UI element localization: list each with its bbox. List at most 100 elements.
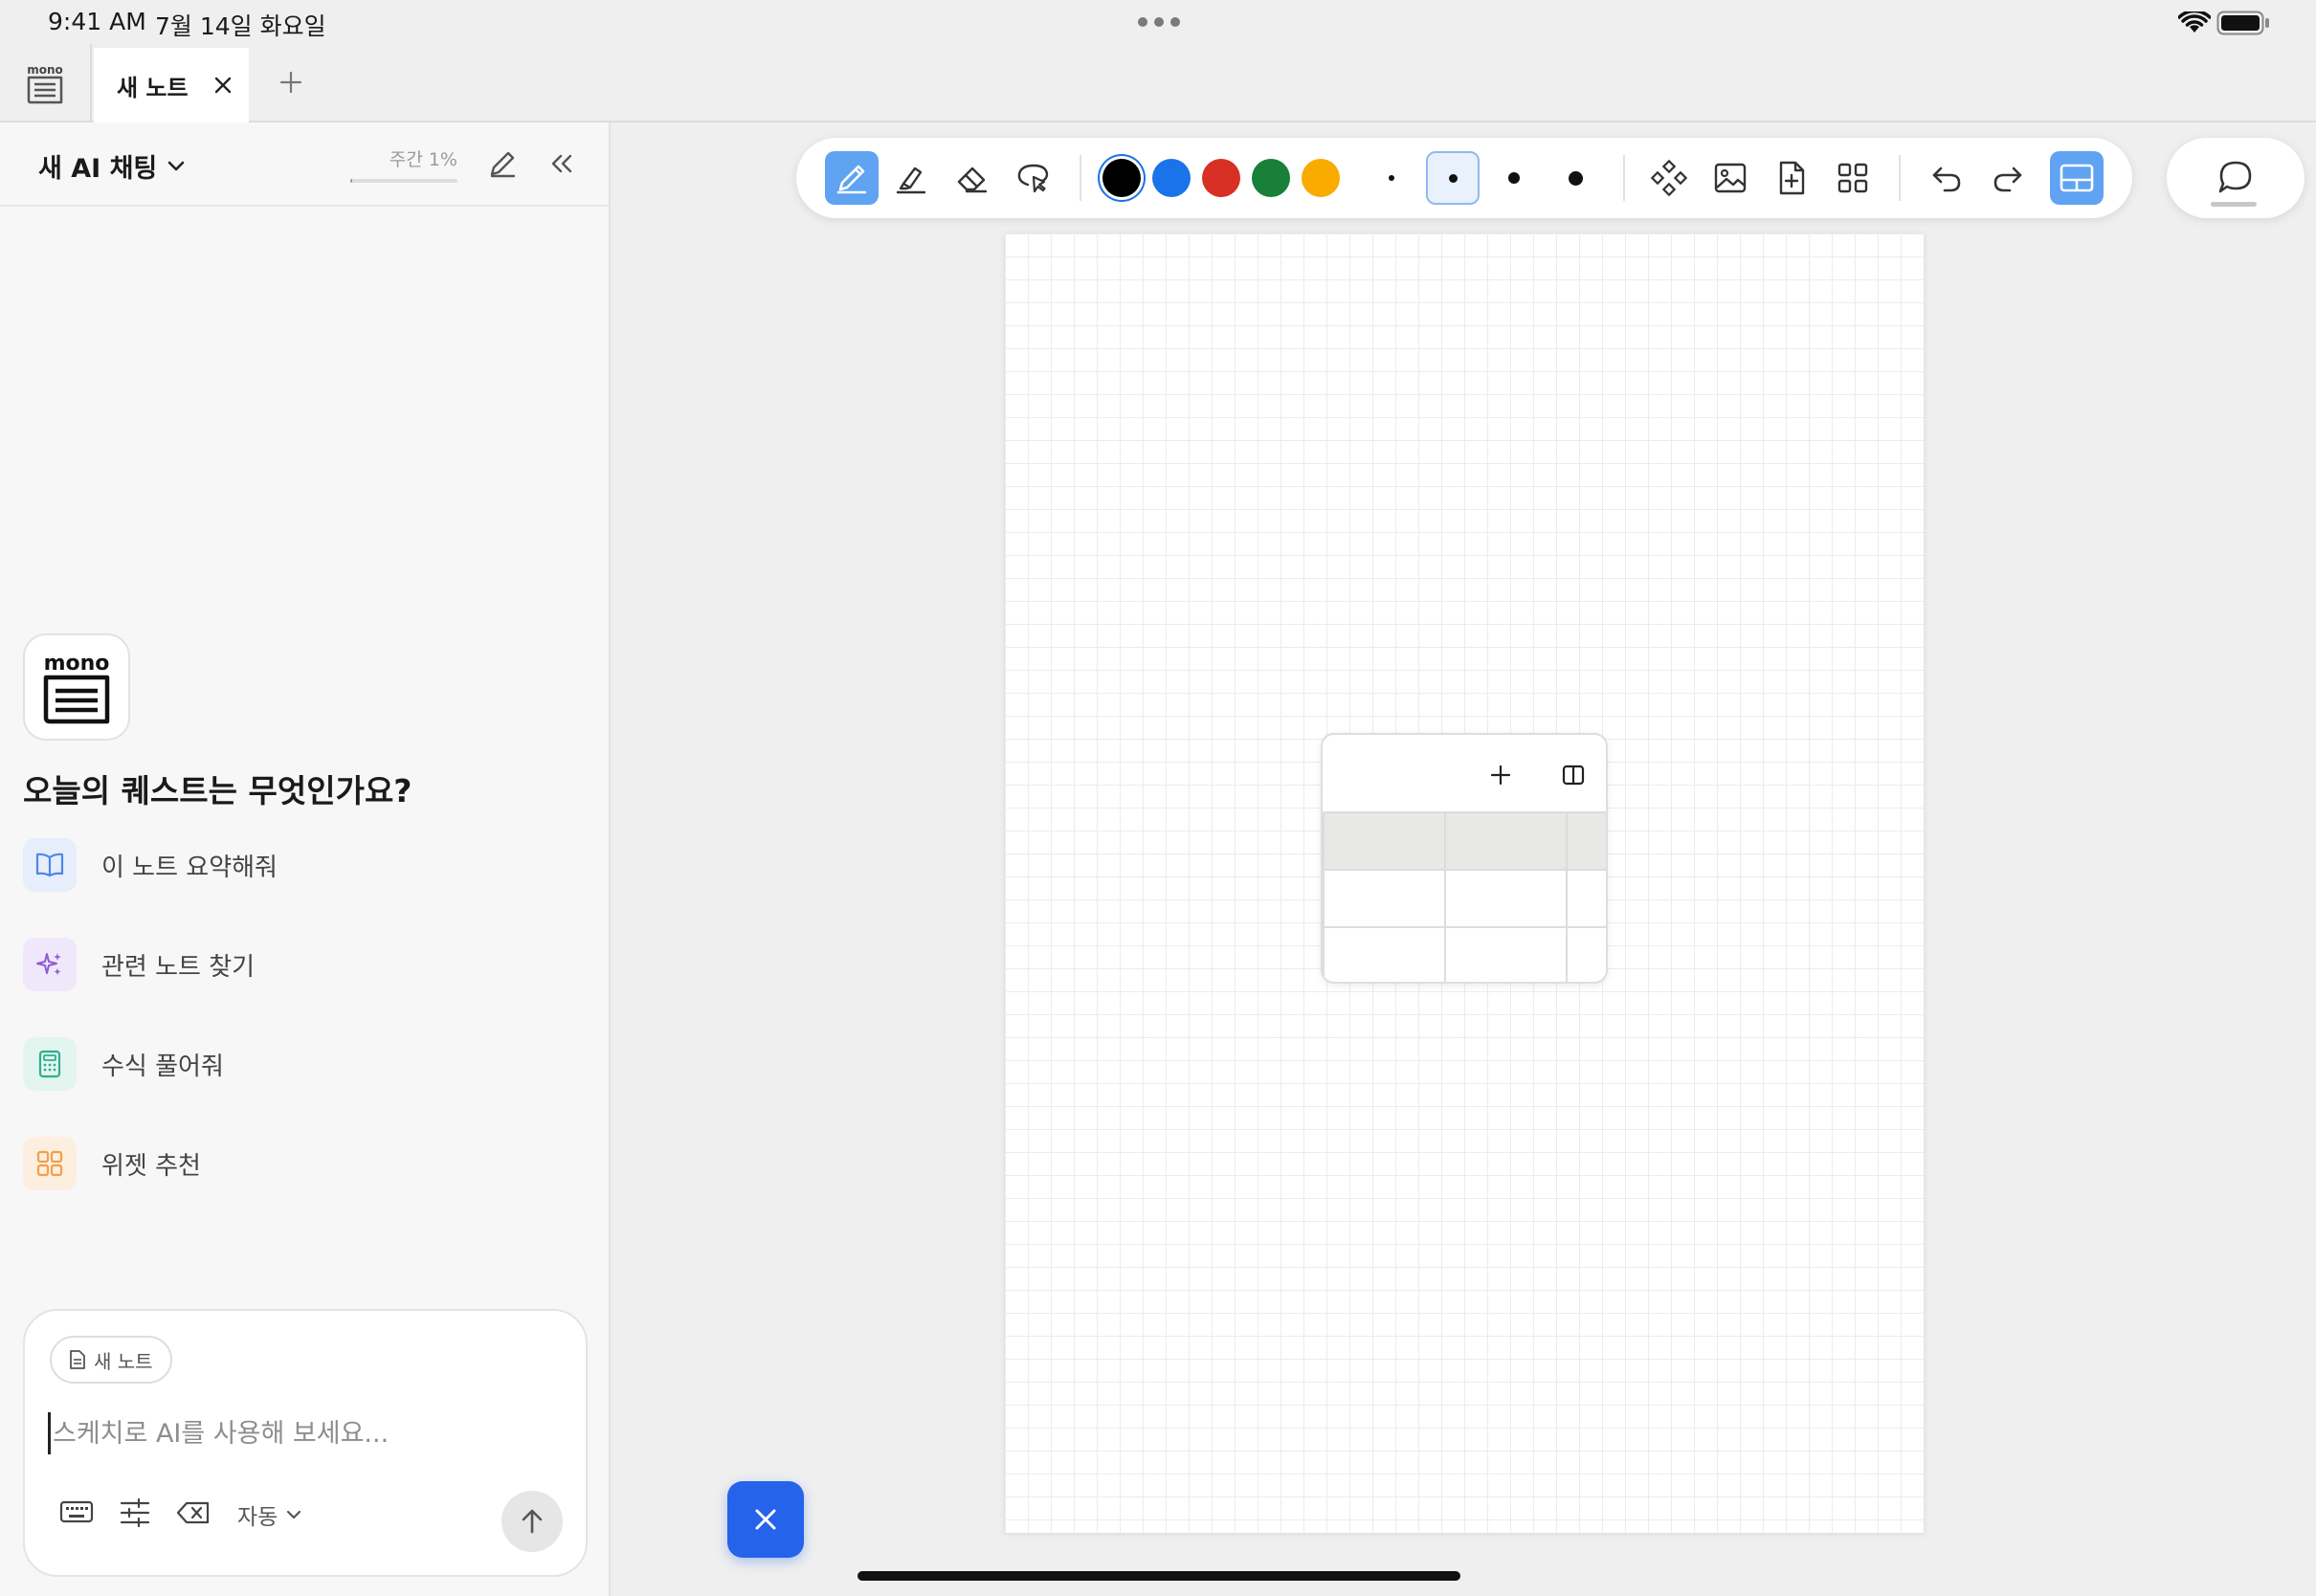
widget-table bbox=[1323, 811, 1606, 982]
table-header-row bbox=[1323, 811, 1606, 871]
table-cell[interactable] bbox=[1566, 811, 1606, 871]
table-cell[interactable] bbox=[1323, 926, 1447, 982]
multitask-dots-icon[interactable] bbox=[1137, 16, 1181, 28]
suggestion-recommend-widget[interactable]: 위젯 추천 bbox=[23, 1137, 201, 1190]
delete-button[interactable] bbox=[176, 1500, 211, 1525]
sparkle-icon bbox=[23, 938, 77, 991]
status-bar: 9:41 AM 7월 14일 화요일 bbox=[0, 0, 2316, 44]
mode-label: 자동 bbox=[237, 1505, 278, 1530]
document-icon bbox=[70, 1350, 85, 1369]
tab-bar: mono 새 노트 bbox=[0, 44, 2316, 122]
color-yellow-swatch[interactable] bbox=[1302, 159, 1340, 197]
weekly-usage-track bbox=[350, 179, 457, 183]
chat-title-dropdown[interactable]: 새 AI 채팅 bbox=[38, 147, 186, 185]
tab-new-note[interactable]: 새 노트 bbox=[94, 48, 249, 122]
context-chip-label: 새 노트 bbox=[94, 1349, 153, 1373]
mode-select[interactable]: 자동 bbox=[237, 1498, 302, 1531]
pen-tool-button[interactable] bbox=[825, 151, 879, 205]
insert-image-button[interactable] bbox=[1704, 151, 1757, 205]
panel-layout-icon bbox=[2060, 164, 2094, 192]
svg-text:mono: mono bbox=[27, 63, 63, 77]
table-cell[interactable] bbox=[1566, 869, 1606, 928]
status-date: 7월 14일 화요일 bbox=[155, 12, 326, 40]
home-indicator[interactable] bbox=[857, 1571, 1460, 1581]
context-note-chip[interactable]: 새 노트 bbox=[50, 1336, 172, 1384]
pen-icon bbox=[836, 165, 867, 194]
stroke-size-m-button[interactable] bbox=[1487, 151, 1541, 205]
image-icon bbox=[1714, 163, 1747, 193]
grid-icon bbox=[23, 1137, 77, 1190]
toolbar-divider bbox=[1899, 155, 1901, 201]
ai-chat-panel: 새 AI 채팅 주간 1% mono 오늘의 퀘스트는 무엇인가요? 이 노트 … bbox=[0, 122, 611, 1596]
suggestion-label: 수식 풀어줘 bbox=[101, 1052, 224, 1081]
layout-toggle-button[interactable] bbox=[2050, 151, 2104, 205]
keyboard-icon bbox=[59, 1500, 94, 1523]
collapse-panel-button[interactable] bbox=[544, 145, 580, 182]
chevron-down-icon bbox=[287, 1510, 301, 1519]
plus-icon bbox=[279, 71, 302, 94]
pencil-icon bbox=[490, 151, 516, 178]
chat-input[interactable] bbox=[48, 1412, 555, 1454]
color-red-swatch[interactable] bbox=[1202, 159, 1240, 197]
table-cell[interactable] bbox=[1444, 926, 1569, 982]
widgets-button[interactable] bbox=[1642, 151, 1696, 205]
calculator-icon bbox=[23, 1037, 77, 1091]
highlighter-tool-button[interactable] bbox=[884, 151, 938, 205]
color-blue-swatch[interactable] bbox=[1152, 159, 1191, 197]
keyboard-button[interactable] bbox=[59, 1498, 94, 1525]
undo-button[interactable] bbox=[1920, 151, 1973, 205]
chat-bubble-icon bbox=[2218, 161, 2252, 193]
quest-heading: 오늘의 퀘스트는 무엇인가요? bbox=[23, 772, 412, 809]
highlighter-icon bbox=[896, 166, 926, 194]
table-row bbox=[1323, 869, 1606, 928]
eraser-icon bbox=[957, 166, 988, 193]
weekly-usage-label: 주간 1% bbox=[389, 149, 457, 170]
chevron-down-icon bbox=[167, 161, 185, 170]
chat-header: 새 AI 채팅 주간 1% bbox=[0, 122, 609, 207]
arrow-up-icon bbox=[522, 1509, 543, 1534]
suggestion-find-related-notes[interactable]: 관련 노트 찾기 bbox=[23, 938, 255, 991]
color-black-swatch[interactable] bbox=[1102, 159, 1141, 197]
close-ai-button[interactable] bbox=[727, 1481, 804, 1558]
new-chat-button[interactable] bbox=[484, 145, 521, 182]
wifi-icon bbox=[2178, 11, 2211, 34]
table-layout-button[interactable] bbox=[1554, 756, 1592, 794]
redo-button[interactable] bbox=[1981, 151, 2035, 205]
lasso-tool-button[interactable] bbox=[1007, 151, 1060, 205]
color-green-swatch[interactable] bbox=[1252, 159, 1290, 197]
table-cell[interactable] bbox=[1323, 811, 1447, 871]
table-cell[interactable] bbox=[1444, 869, 1569, 928]
tools-button[interactable] bbox=[119, 1496, 151, 1529]
undo-icon bbox=[1932, 166, 1961, 192]
table-row bbox=[1323, 926, 1606, 982]
stroke-dot bbox=[1568, 170, 1583, 186]
mono-app-icon: mono bbox=[27, 63, 63, 104]
page-grid-button[interactable] bbox=[1826, 151, 1880, 205]
toolbar-divider bbox=[1080, 155, 1081, 201]
stroke-size-l-button[interactable] bbox=[1548, 151, 1602, 205]
table-cell[interactable] bbox=[1323, 869, 1447, 928]
send-button[interactable] bbox=[501, 1491, 563, 1552]
app-menu-button[interactable]: mono bbox=[0, 44, 92, 122]
drawing-toolbar bbox=[796, 138, 2132, 218]
suggestion-summarize-note[interactable]: 이 노트 요약해줘 bbox=[23, 838, 278, 892]
table-cell[interactable] bbox=[1566, 926, 1606, 982]
stroke-size-s-button[interactable] bbox=[1426, 151, 1480, 205]
comment-underline bbox=[2211, 202, 2257, 207]
suggestion-solve-formula[interactable]: 수식 풀어줘 bbox=[23, 1037, 224, 1091]
close-tab-icon[interactable] bbox=[213, 76, 233, 95]
chat-input-box: 새 노트 자동 bbox=[23, 1309, 588, 1577]
stroke-size-xs-button[interactable] bbox=[1365, 151, 1418, 205]
stroke-dot bbox=[1448, 173, 1458, 183]
grid-icon bbox=[1837, 163, 1868, 193]
double-chevron-left-icon bbox=[551, 154, 572, 173]
svg-text:mono: mono bbox=[44, 652, 110, 676]
table-add-button[interactable] bbox=[1481, 756, 1520, 794]
add-tab-button[interactable] bbox=[272, 63, 310, 101]
table-widget[interactable] bbox=[1321, 733, 1608, 984]
eraser-tool-button[interactable] bbox=[946, 151, 999, 205]
plus-icon bbox=[1490, 765, 1511, 786]
toolbar-divider bbox=[1623, 155, 1625, 201]
add-page-button[interactable] bbox=[1765, 151, 1818, 205]
table-cell[interactable] bbox=[1444, 811, 1569, 871]
